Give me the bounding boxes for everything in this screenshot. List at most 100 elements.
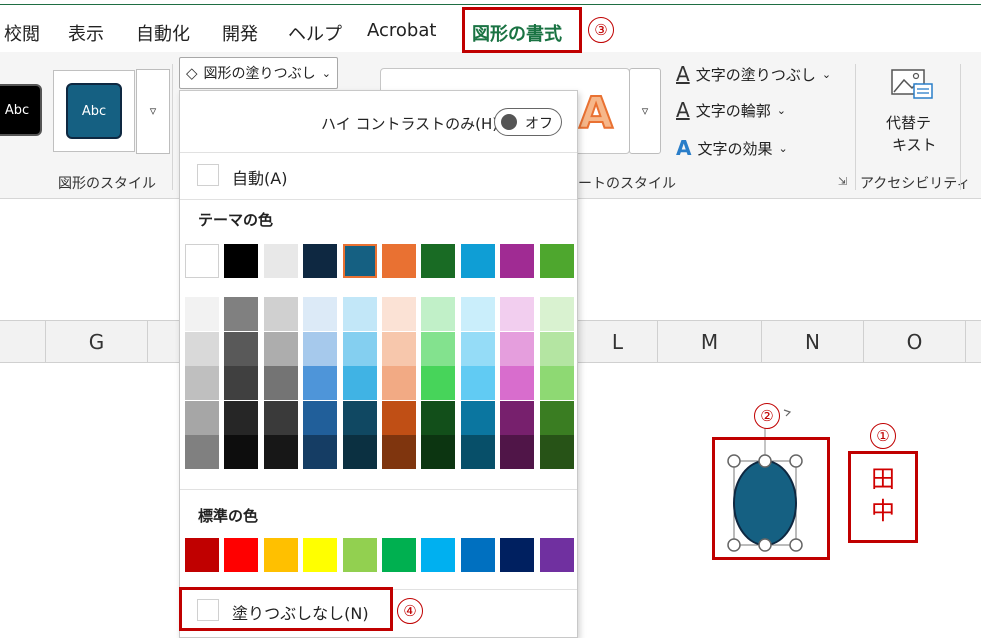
- theme-color-swatch[interactable]: [500, 244, 535, 278]
- theme-shade-swatch[interactable]: [303, 331, 338, 366]
- theme-color-swatch[interactable]: [263, 244, 298, 278]
- shape-fill-dropdown: ハイ コントラストのみ(H) オフ 自動(A) テーマの色 標準の色 塗りつぶし…: [179, 90, 578, 638]
- annotation-number-4: ④: [397, 598, 423, 624]
- theme-shade-swatch[interactable]: [421, 435, 456, 469]
- theme-shade-swatch[interactable]: [342, 366, 377, 400]
- theme-shade-swatch[interactable]: [224, 297, 259, 331]
- theme-shade-swatch[interactable]: [382, 331, 416, 366]
- theme-shade-swatch[interactable]: [460, 366, 495, 400]
- theme-shade-swatch[interactable]: [224, 366, 259, 400]
- theme-shade-swatch[interactable]: [539, 297, 574, 331]
- shape-fill-button[interactable]: ◇ 図形の塗りつぶし ⌄: [179, 57, 338, 89]
- column-header-l[interactable]: L: [578, 321, 658, 362]
- theme-shade-swatch[interactable]: [224, 400, 259, 435]
- theme-shade-swatch[interactable]: [500, 366, 535, 400]
- paint-bucket-icon: ◇: [186, 64, 198, 82]
- standard-color-swatch[interactable]: [382, 538, 416, 572]
- theme-shade-swatch[interactable]: [263, 400, 298, 435]
- theme-shade-swatch[interactable]: [539, 331, 574, 366]
- standard-colors-title: 標準の色: [198, 507, 259, 525]
- tab-help[interactable]: ヘルプ: [288, 20, 342, 46]
- theme-shade-swatch[interactable]: [185, 435, 219, 469]
- shape-style-thumb-black[interactable]: Abc: [0, 84, 42, 136]
- text-fill-button[interactable]: A 文字の塗りつぶし ⌄: [676, 62, 831, 86]
- standard-color-swatch[interactable]: [303, 538, 338, 572]
- theme-shade-swatch[interactable]: [342, 297, 377, 331]
- theme-shade-swatch[interactable]: [263, 331, 298, 366]
- theme-shade-swatch[interactable]: [539, 400, 574, 435]
- tab-review[interactable]: 校閲: [4, 20, 40, 46]
- column-header-partial[interactable]: [148, 321, 180, 362]
- theme-shade-swatch[interactable]: [539, 435, 574, 469]
- tab-automate[interactable]: 自動化: [136, 20, 190, 46]
- theme-shade-swatch[interactable]: [224, 435, 259, 469]
- theme-color-swatch[interactable]: [460, 244, 495, 278]
- theme-shade-swatch[interactable]: [303, 400, 338, 435]
- theme-shade-swatch[interactable]: [539, 366, 574, 400]
- theme-shade-swatch[interactable]: [303, 435, 338, 469]
- theme-color-swatch[interactable]: [421, 244, 456, 278]
- alt-text-button[interactable]: 代替テ キスト: [882, 66, 942, 156]
- tab-developer[interactable]: 開発: [222, 20, 258, 46]
- theme-shade-swatch[interactable]: [460, 435, 495, 469]
- tab-acrobat[interactable]: Acrobat: [367, 20, 436, 41]
- theme-shade-swatch[interactable]: [263, 366, 298, 400]
- theme-shade-swatch[interactable]: [263, 297, 298, 331]
- standard-color-swatch[interactable]: [460, 538, 495, 572]
- theme-shade-swatch[interactable]: [460, 331, 495, 366]
- column-header-n[interactable]: N: [762, 321, 864, 362]
- dialog-launcher-icon[interactable]: ⇲: [838, 175, 847, 188]
- theme-color-swatch[interactable]: [341, 243, 378, 279]
- theme-shade-swatch[interactable]: [421, 297, 456, 331]
- theme-shade-swatch[interactable]: [342, 331, 377, 366]
- text-effects-button[interactable]: A 文字の効果 ⌄: [676, 136, 788, 160]
- column-header-m[interactable]: M: [658, 321, 762, 362]
- standard-color-swatch[interactable]: [185, 538, 219, 572]
- theme-shade-swatch[interactable]: [185, 366, 219, 400]
- theme-color-swatch[interactable]: [382, 244, 416, 278]
- theme-shade-swatch[interactable]: [185, 331, 219, 366]
- theme-shade-swatch[interactable]: [382, 366, 416, 400]
- tab-view[interactable]: 表示: [68, 20, 104, 46]
- standard-color-swatch[interactable]: [263, 538, 298, 572]
- standard-color-swatch[interactable]: [224, 538, 259, 572]
- theme-shade-swatch[interactable]: [500, 400, 535, 435]
- theme-shade-swatch[interactable]: [263, 435, 298, 469]
- column-header-g[interactable]: G: [46, 321, 148, 362]
- theme-shade-swatch[interactable]: [303, 297, 338, 331]
- theme-shade-swatch[interactable]: [382, 297, 416, 331]
- column-header-o[interactable]: O: [864, 321, 966, 362]
- theme-shade-swatch[interactable]: [185, 297, 219, 331]
- theme-color-swatch[interactable]: [539, 244, 574, 278]
- theme-shade-swatch[interactable]: [460, 400, 495, 435]
- text-outline-button[interactable]: A 文字の輪郭 ⌄: [676, 98, 786, 122]
- theme-shade-swatch[interactable]: [421, 331, 456, 366]
- theme-shade-swatch[interactable]: [382, 400, 416, 435]
- standard-color-swatch[interactable]: [342, 538, 377, 572]
- standard-color-swatch[interactable]: [539, 538, 574, 572]
- theme-color-swatch[interactable]: [224, 244, 259, 278]
- wordart-more-button[interactable]: ▿: [629, 68, 661, 154]
- theme-shade-swatch[interactable]: [342, 435, 377, 469]
- shape-style-thumb-blue[interactable]: Abc: [66, 83, 122, 139]
- theme-shade-swatch[interactable]: [421, 366, 456, 400]
- standard-color-swatch[interactable]: [500, 538, 535, 572]
- high-contrast-toggle[interactable]: オフ: [494, 108, 562, 136]
- theme-shade-swatch[interactable]: [421, 400, 456, 435]
- automatic-swatch[interactable]: [197, 164, 219, 186]
- column-header-partial[interactable]: [0, 321, 46, 362]
- automatic-option[interactable]: 自動(A): [232, 165, 287, 189]
- shape-styles-more-button[interactable]: ▿: [136, 69, 170, 154]
- theme-shade-swatch[interactable]: [500, 331, 535, 366]
- theme-shade-swatch[interactable]: [224, 331, 259, 366]
- standard-color-swatch[interactable]: [421, 538, 456, 572]
- theme-color-swatch[interactable]: [185, 244, 219, 278]
- theme-shade-swatch[interactable]: [382, 435, 416, 469]
- theme-shade-swatch[interactable]: [185, 400, 219, 435]
- theme-shade-swatch[interactable]: [460, 297, 495, 331]
- theme-shade-swatch[interactable]: [500, 435, 535, 469]
- theme-shade-swatch[interactable]: [500, 297, 535, 331]
- theme-color-swatch[interactable]: [303, 244, 338, 278]
- theme-shade-swatch[interactable]: [342, 400, 377, 435]
- theme-shade-swatch[interactable]: [303, 366, 338, 400]
